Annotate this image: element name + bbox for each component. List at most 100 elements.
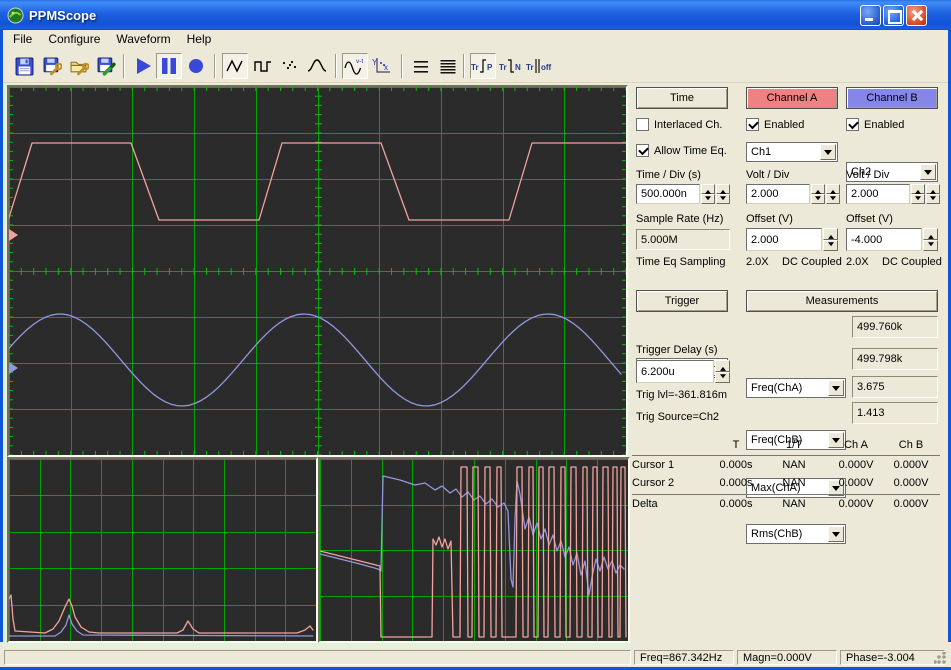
main-scope-display[interactable] <box>6 85 628 457</box>
svg-text:Tr: Tr <box>499 63 507 72</box>
time-div-fine-stepper[interactable] <box>716 184 730 204</box>
chevron-down-icon[interactable] <box>920 164 936 180</box>
chevron-down-icon[interactable] <box>828 380 844 396</box>
trigger-header-button[interactable]: Trigger <box>636 290 728 312</box>
offset-b-stepper[interactable] <box>923 228 938 251</box>
cursor-col-chb: Ch B <box>898 439 924 451</box>
measurement-value-2: 499.798k <box>852 348 938 370</box>
channel-b-enabled-checkbox[interactable] <box>846 118 859 131</box>
svg-text:off: off <box>541 63 552 72</box>
waveform-triangle-button[interactable] <box>222 53 248 79</box>
measurements-header-button[interactable]: Measurements <box>746 290 938 312</box>
offset-a-stepper[interactable] <box>823 228 838 251</box>
status-magn: Magn=0.000V <box>737 650 837 665</box>
minimize-button[interactable] <box>860 5 881 26</box>
record-button[interactable] <box>183 53 209 79</box>
titlebar[interactable]: PPMScope <box>0 0 951 30</box>
trigger-level-text: Trig lvl=-361.816m <box>636 389 727 401</box>
volt-div-a-coarse-stepper[interactable] <box>811 184 825 204</box>
trigger-off-button[interactable]: Tr off <box>525 53 555 79</box>
time-div-coarse-stepper[interactable] <box>701 184 715 204</box>
coupling-b-label: DC Coupled <box>882 256 942 268</box>
capture-buffer-display[interactable] <box>318 457 630 643</box>
channel-b-header-button[interactable]: Channel B <box>846 87 938 109</box>
channel-a-source-select[interactable]: Ch1 <box>746 142 838 162</box>
chevron-down-icon[interactable] <box>820 144 836 160</box>
lines-dense-button[interactable] <box>435 53 461 79</box>
trigger-delay-stepper[interactable] <box>715 360 730 383</box>
maximize-button[interactable] <box>883 5 904 26</box>
chevron-down-icon[interactable] <box>828 526 844 542</box>
save-settings-icon <box>43 57 62 75</box>
svg-text:Y: Y <box>372 58 378 67</box>
offset-b-input[interactable]: -4.000 <box>846 228 922 251</box>
export-button[interactable] <box>93 53 119 79</box>
menu-item-help[interactable]: Help <box>181 31 218 47</box>
lines-sparse-button[interactable] <box>408 53 434 79</box>
noise-icon <box>282 60 297 70</box>
volt-div-a-fine-stepper[interactable] <box>826 184 840 204</box>
menu-item-configure[interactable]: Configure <box>42 31 106 47</box>
toolbar-separator <box>214 54 216 78</box>
volt-div-b-label: Volt / Div <box>846 169 890 181</box>
coupling-a-label: DC Coupled <box>782 256 842 268</box>
interlaced-checkbox[interactable] <box>636 118 649 131</box>
channel-a-header-button[interactable]: Channel A <box>746 87 838 109</box>
run-button[interactable] <box>130 53 156 79</box>
offset-b-label: Offset (V) <box>846 213 893 225</box>
view-voltage-time-button[interactable]: v-t <box>342 53 368 79</box>
app-icon <box>7 7 24 23</box>
volt-div-b-fine-stepper[interactable] <box>926 184 940 204</box>
measurement-select-4[interactable]: Rms(ChB) <box>746 524 846 544</box>
status-pane-main <box>4 650 631 665</box>
time-div-input[interactable]: 500.000n <box>636 184 700 204</box>
trigger-positive-button[interactable]: Tr P <box>470 53 496 79</box>
allow-time-eq-checkbox[interactable] <box>636 144 649 157</box>
channel-b-enabled-label: Enabled <box>864 118 905 131</box>
open-settings-button[interactable] <box>66 53 92 79</box>
measurement-select-1[interactable]: Freq(ChA) <box>746 378 846 398</box>
view-xy-button[interactable]: Y x <box>369 53 395 79</box>
save-icon <box>15 57 33 75</box>
scope-canvas <box>8 459 317 642</box>
measurement-metric-1: Freq(ChA) <box>751 382 803 394</box>
volt-div-a-input[interactable]: 2.000 <box>746 184 810 204</box>
offset-a-input[interactable]: 2.000 <box>746 228 822 251</box>
cursor-col-invt: 1/T <box>786 439 802 451</box>
trigger-negative-button[interactable]: Tr N <box>498 53 524 79</box>
gaussian-icon <box>307 59 327 72</box>
cursor2-cha: 0.000V <box>838 477 874 489</box>
cursor2-t: 0.000s <box>719 477 753 489</box>
scope-canvas <box>6 87 627 456</box>
spectrum-display[interactable] <box>7 457 318 643</box>
interlaced-checkbox-row: Interlaced Ch. <box>636 118 722 131</box>
interlaced-label: Interlaced Ch. <box>654 118 723 131</box>
volt-div-a-label: Volt / Div <box>746 169 790 181</box>
resize-grip[interactable] <box>934 652 946 664</box>
voltage-time-view-icon: v-t <box>344 58 363 75</box>
delta-cha: 0.000V <box>838 498 874 510</box>
gain-b-label: 2.0X <box>846 256 869 268</box>
play-icon <box>137 58 151 74</box>
svg-text:N: N <box>515 63 521 72</box>
sparse-lines-icon <box>414 61 428 73</box>
save-button[interactable] <box>11 53 37 79</box>
menubar: File Configure Waveform Help <box>3 30 948 48</box>
trigger-source-text: Trig Source=Ch2 <box>636 411 720 423</box>
waveform-gaussian-button[interactable] <box>304 53 330 79</box>
channel-a-enabled-checkbox[interactable] <box>746 118 759 131</box>
waveform-square-button[interactable] <box>250 53 276 79</box>
svg-text:Tr: Tr <box>471 63 479 72</box>
pause-button[interactable] <box>156 53 182 79</box>
volt-div-b-coarse-stepper[interactable] <box>911 184 925 204</box>
delta-invt: NAN <box>782 498 806 510</box>
menu-item-file[interactable]: File <box>7 31 38 47</box>
menu-item-waveform[interactable]: Waveform <box>110 31 176 47</box>
close-button[interactable] <box>906 5 927 26</box>
volt-div-b-input[interactable]: 2.000 <box>846 184 910 204</box>
trigger-delay-input[interactable]: 6.200u <box>636 360 714 383</box>
save-settings-button[interactable] <box>39 53 65 79</box>
time-header-button[interactable]: Time <box>636 87 728 109</box>
svg-text:P: P <box>487 63 493 72</box>
waveform-noise-button[interactable] <box>277 53 303 79</box>
